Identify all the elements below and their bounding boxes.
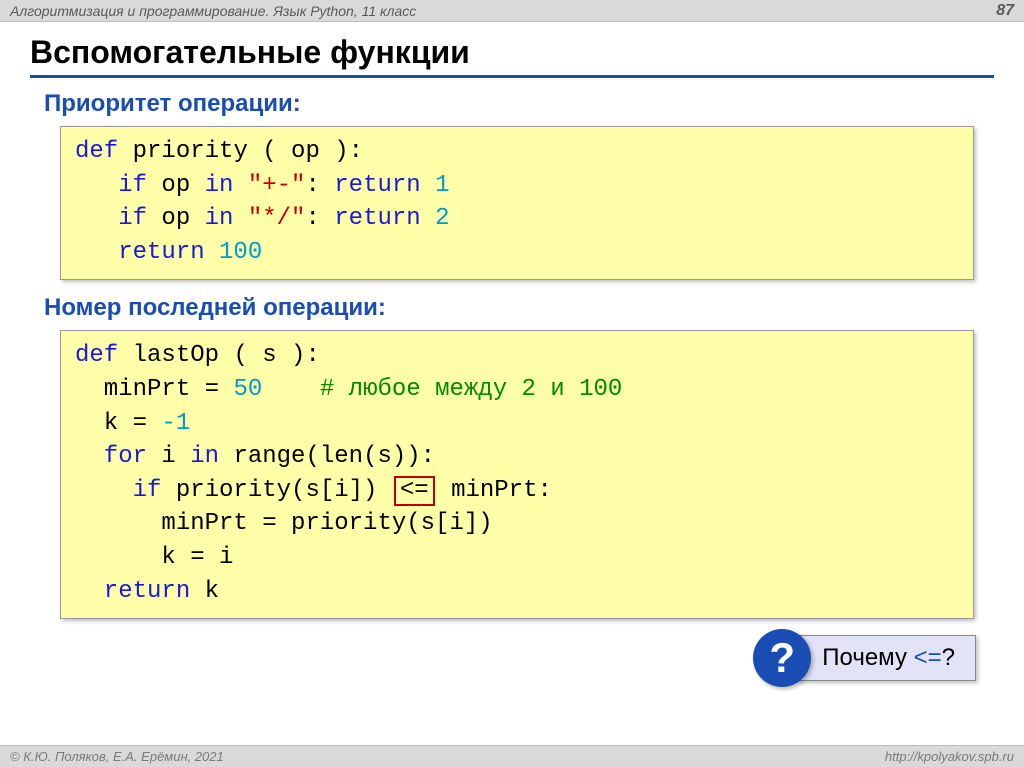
code-text: i [147, 443, 190, 470]
code-text: k = i [75, 544, 233, 571]
question-callout: ? Почему <=? [753, 629, 976, 687]
site-url: http://kpolyakov.spb.ru [885, 749, 1014, 764]
code-text [262, 376, 320, 403]
kw-return: return [334, 205, 420, 232]
str-literal: "+-" [233, 172, 305, 199]
kw-in: in [205, 172, 234, 199]
slide-title: Вспомогательные функции [30, 34, 994, 78]
code-text: op [147, 172, 205, 199]
code-text: op [147, 205, 205, 232]
header-bar: Алгоритмизация и программирование. Язык … [0, 0, 1024, 22]
slide-content: Вспомогательные функции Приоритет операц… [0, 22, 1024, 619]
course-label: Алгоритмизация и программирование. Язык … [10, 3, 416, 19]
kw-return: return [75, 239, 205, 266]
code-text: minPrt: [437, 477, 552, 504]
section-lastop: Номер последней операции: [44, 294, 994, 322]
kw-return: return [334, 172, 420, 199]
callout-text: Почему [822, 644, 913, 671]
code-text: k [190, 578, 219, 605]
num-literal: 100 [205, 239, 263, 266]
kw-return: return [75, 578, 190, 605]
num-literal: -1 [161, 410, 190, 437]
callout-op: <= [914, 644, 942, 671]
code-priority: def priority ( op ): if op in "+-": retu… [60, 126, 974, 280]
code-text: range(len(s)): [219, 443, 435, 470]
kw-for: for [75, 443, 147, 470]
code-text: : [305, 172, 334, 199]
op-le: <= [400, 477, 429, 504]
code-text: ( op ): [248, 138, 363, 165]
fn-name: lastOp [118, 342, 219, 369]
code-lastop: def lastOp ( s ): minPrt = 50 # любое ме… [60, 330, 974, 619]
page-number: 87 [996, 2, 1014, 20]
kw-if: if [75, 477, 161, 504]
code-text: ( s ): [219, 342, 320, 369]
copyright: © К.Ю. Поляков, Е.А. Ерёмин, 2021 [10, 749, 224, 764]
num-literal: 1 [421, 172, 450, 199]
kw-in: in [190, 443, 219, 470]
kw-if: if [75, 172, 147, 199]
code-text: priority(s[i]) [161, 477, 391, 504]
num-literal: 2 [421, 205, 450, 232]
comment: # любое между 2 и 100 [320, 376, 622, 403]
question-mark-icon: ? [753, 629, 811, 687]
num-literal: 50 [233, 376, 262, 403]
fn-name: priority [118, 138, 248, 165]
kw-if: if [75, 205, 147, 232]
code-text: : [305, 205, 334, 232]
kw-in: in [205, 205, 234, 232]
section-priority: Приоритет операции: [44, 90, 994, 118]
code-text: minPrt = priority(s[i]) [75, 510, 493, 537]
kw-def: def [75, 138, 118, 165]
highlight-op: <= [394, 476, 435, 506]
kw-def: def [75, 342, 118, 369]
footer-bar: © К.Ю. Поляков, Е.А. Ерёмин, 2021 http:/… [0, 745, 1024, 767]
code-text: k = [75, 410, 161, 437]
code-text: minPrt = [75, 376, 233, 403]
str-literal: "*/" [233, 205, 305, 232]
callout-box: Почему <=? [797, 635, 976, 681]
callout-text: ? [942, 644, 955, 671]
